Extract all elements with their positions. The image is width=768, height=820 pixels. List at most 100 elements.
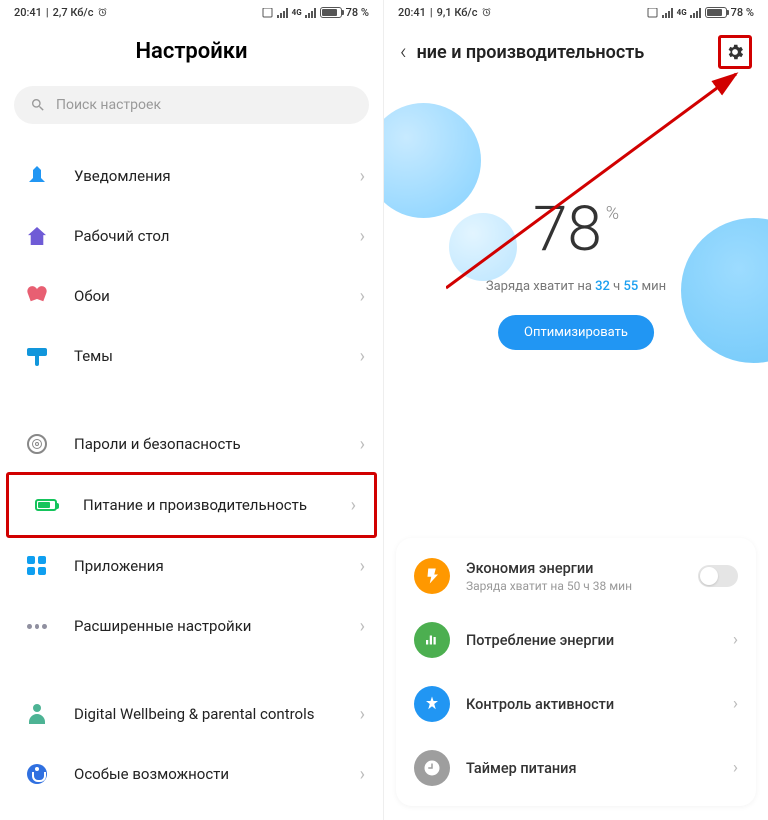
bubble-decoration — [681, 218, 768, 363]
status-time: 20:41 — [398, 6, 426, 19]
bell-icon — [22, 161, 52, 191]
alarm-icon — [481, 7, 492, 18]
chevron-right-icon: › — [733, 694, 738, 714]
sim-icon — [647, 8, 659, 18]
flower-icon — [22, 281, 52, 311]
battery-icon — [31, 490, 61, 520]
item-label: Уведомления — [74, 167, 360, 186]
chevron-right-icon: › — [360, 286, 365, 307]
settings-screen: 20:41 | 2,7 Кб/с 4G 78 % Настройки Поиск… — [0, 0, 384, 820]
item-label: Приложения — [74, 557, 360, 576]
bubble-decoration — [449, 213, 517, 281]
settings-item-power[interactable]: Питание и производительность › — [9, 475, 374, 535]
power-cards: Экономия энергии Заряда хватит на 50 ч 3… — [396, 538, 756, 806]
signal-icon — [662, 8, 674, 18]
card-power-saver[interactable]: Экономия энергии Заряда хватит на 50 ч 3… — [396, 544, 756, 608]
card-title: Таймер питания — [466, 760, 733, 777]
battery-pct-value: 78 — [533, 193, 602, 266]
settings-item-security[interactable]: Пароли и безопасность › — [0, 414, 383, 474]
item-label: Обои — [74, 287, 360, 306]
search-icon — [30, 97, 46, 113]
battery-status-icon — [705, 7, 727, 18]
header-row: ‹ ние и производительность — [384, 21, 768, 83]
brush-icon — [22, 341, 52, 371]
card-title: Потребление энергии — [466, 632, 733, 649]
wellbeing-icon — [22, 699, 52, 729]
chevron-right-icon: › — [360, 346, 365, 367]
battery-status-icon — [320, 7, 342, 18]
settings-item-wellbeing[interactable]: Digital Wellbeing & parental controls › — [0, 684, 383, 744]
item-label: Питание и производительность — [83, 496, 351, 515]
search-placeholder: Поиск настроек — [56, 97, 161, 113]
signal-icon — [277, 8, 289, 18]
chevron-right-icon: › — [360, 226, 365, 247]
pct-symbol: % — [606, 203, 619, 224]
status-speed: 9,1 Кб/с — [437, 6, 478, 19]
alarm-icon — [97, 7, 108, 18]
bubble-decoration — [384, 103, 481, 218]
power-screen: 20:41 | 9,1 Кб/с 4G 78 % ‹ ние и произво… — [384, 0, 768, 820]
chevron-right-icon: › — [360, 556, 365, 577]
highlight-annotation: Питание и производительность › — [6, 472, 377, 538]
status-bar-right: 20:41 | 9,1 Кб/с 4G 78 % — [384, 0, 768, 21]
item-label: Особые возможности — [74, 765, 360, 784]
status-speed: 2,7 Кб/с — [53, 6, 94, 19]
back-button[interactable]: ‹ — [400, 40, 407, 65]
sim-icon — [262, 8, 274, 18]
status-time: 20:41 — [14, 6, 42, 19]
settings-item-advanced[interactable]: Расширенные настройки › — [0, 596, 383, 656]
item-label: Расширенные настройки — [74, 617, 360, 636]
item-label: Пароли и безопасность — [74, 435, 360, 454]
settings-item-accessibility[interactable]: Особые возможности › — [0, 744, 383, 804]
chevron-right-icon: › — [733, 630, 738, 650]
settings-button[interactable] — [718, 35, 752, 69]
battery-visual: 78 % Заряда хватит на 32 ч 55 мин Оптими… — [384, 83, 768, 363]
bolt-icon — [414, 558, 450, 594]
settings-item-themes[interactable]: Темы › — [0, 326, 383, 386]
chevron-right-icon: › — [360, 704, 365, 725]
card-activity[interactable]: Контроль активности › — [396, 672, 756, 736]
chevron-right-icon: › — [733, 758, 738, 778]
status-battery-pct: 78 % — [731, 6, 754, 19]
card-timer[interactable]: Таймер питания › — [396, 736, 756, 800]
fingerprint-icon — [22, 429, 52, 459]
header-title: ние и производительность — [417, 42, 718, 63]
status-battery-pct: 78 % — [346, 6, 369, 19]
settings-list: Уведомления › Рабочий стол › Обои › Темы… — [0, 138, 383, 812]
home-icon — [22, 221, 52, 251]
status-icons: 4G — [647, 7, 727, 18]
power-saver-toggle[interactable] — [698, 565, 738, 587]
item-label: Digital Wellbeing & parental controls — [74, 705, 360, 724]
charge-estimate: Заряда хватит на 32 ч 55 мин — [486, 279, 666, 294]
apps-icon — [22, 551, 52, 581]
signal-icon-2 — [690, 8, 702, 18]
settings-item-apps[interactable]: Приложения › — [0, 536, 383, 596]
card-subtitle: Заряда хватит на 50 ч 38 мин — [466, 579, 698, 593]
item-label: Рабочий стол — [74, 227, 360, 246]
optimize-button[interactable]: Оптимизировать — [498, 315, 654, 350]
settings-item-wallpaper[interactable]: Обои › — [0, 266, 383, 326]
chevron-right-icon: › — [360, 764, 365, 785]
battery-percentage: 78 % — [533, 193, 619, 266]
search-input[interactable]: Поиск настроек — [14, 86, 369, 124]
activity-icon — [414, 686, 450, 722]
clock-icon — [414, 750, 450, 786]
settings-item-notifications[interactable]: Уведомления › — [0, 146, 383, 206]
chevron-right-icon: › — [360, 166, 365, 187]
accessibility-icon — [22, 759, 52, 789]
card-title: Экономия энергии — [466, 560, 698, 577]
card-title: Контроль активности — [466, 696, 733, 713]
more-icon — [22, 611, 52, 641]
card-usage[interactable]: Потребление энергии › — [396, 608, 756, 672]
status-icons: 4G — [262, 7, 342, 18]
item-label: Темы — [74, 347, 360, 366]
chevron-right-icon: › — [360, 616, 365, 637]
chart-icon — [414, 622, 450, 658]
gear-icon — [725, 42, 745, 62]
settings-item-desktop[interactable]: Рабочий стол › — [0, 206, 383, 266]
chevron-right-icon: › — [351, 495, 356, 516]
chevron-right-icon: › — [360, 434, 365, 455]
page-title: Настройки — [0, 21, 383, 86]
status-bar-left: 20:41 | 2,7 Кб/с 4G 78 % — [0, 0, 383, 21]
signal-icon-2 — [305, 8, 317, 18]
